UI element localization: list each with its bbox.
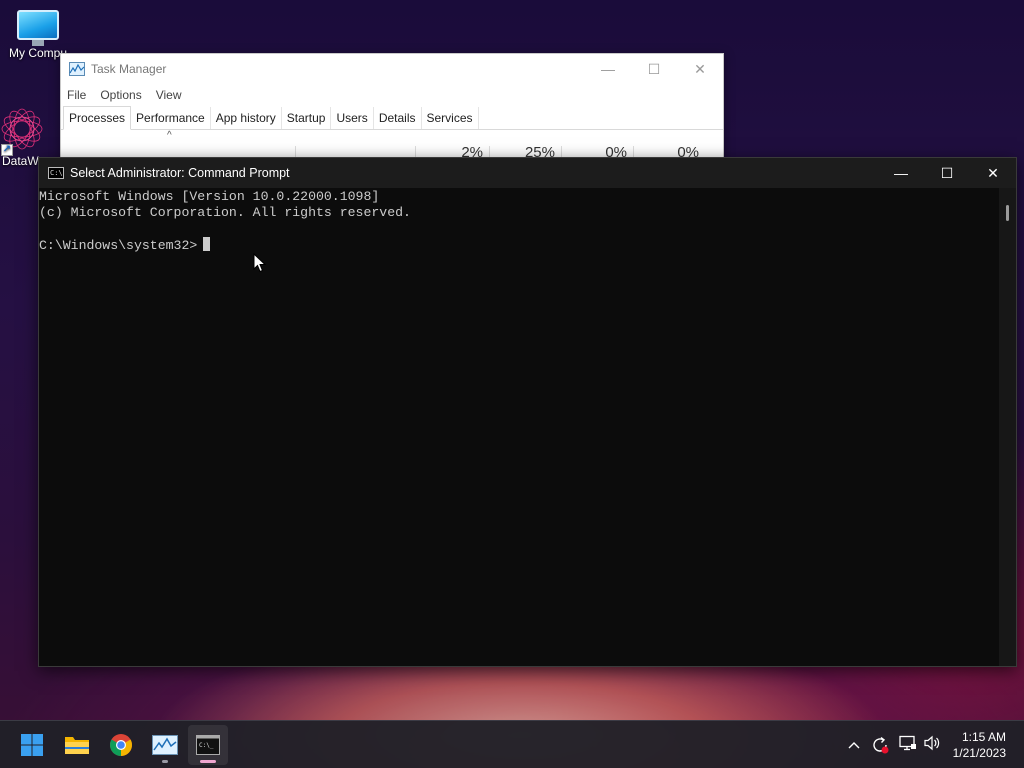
tab-startup[interactable]: Startup (282, 107, 332, 129)
text-cursor (203, 237, 211, 251)
taskbar-file-explorer[interactable] (57, 725, 97, 765)
mouse-pointer-icon (253, 253, 267, 273)
minimize-button[interactable]: — (878, 158, 924, 188)
menu-view[interactable]: View (156, 88, 182, 102)
console-output[interactable]: Microsoft Windows [Version 10.0.22000.10… (39, 188, 999, 666)
menu-bar: File Options View (61, 84, 723, 106)
tab-strip: Processes Performance App history Startu… (61, 106, 723, 130)
tab-services[interactable]: Services (422, 107, 479, 129)
console-prompt-line: C:\Windows\system32> (39, 237, 999, 253)
scrollbar-thumb[interactable] (1006, 205, 1009, 221)
svg-text:C:\_: C:\_ (199, 742, 214, 749)
window-title: Select Administrator: Command Prompt (70, 166, 290, 180)
task-manager-icon (69, 62, 85, 76)
desktop-icon-dataw[interactable]: ↗ DataW (0, 106, 43, 168)
volume-icon[interactable] (923, 735, 941, 756)
taskbar-command-prompt[interactable]: C:\_ (188, 725, 228, 765)
monitor-icon (17, 10, 59, 46)
clock-time: 1:15 AM (961, 730, 1006, 744)
running-indicator (162, 760, 168, 763)
network-icon[interactable] (899, 735, 917, 756)
maximize-button[interactable]: ☐ (631, 54, 677, 84)
minimize-button[interactable]: — (585, 54, 631, 84)
tab-performance[interactable]: Performance (131, 107, 211, 129)
sync-status-icon[interactable] (871, 736, 889, 754)
console-line: Microsoft Windows [Version 10.0.22000.10… (39, 189, 380, 204)
chrome-icon (110, 734, 132, 756)
taskbar-chrome[interactable] (101, 725, 141, 765)
start-icon (21, 734, 43, 756)
vertical-scrollbar[interactable] (999, 188, 1016, 666)
taskbar-task-manager[interactable] (145, 725, 185, 765)
file-explorer-icon (65, 737, 89, 754)
taskbar: C:\_ 1:15 AM 1/21/2023 (0, 720, 1024, 768)
title-bar[interactable]: C:\ Select Administrator: Command Prompt… (39, 158, 1016, 188)
command-prompt-window[interactable]: C:\ Select Administrator: Command Prompt… (38, 157, 1017, 667)
tab-users[interactable]: Users (331, 107, 374, 129)
tab-details[interactable]: Details (374, 107, 422, 129)
column-header-row: ^ 2% 25% 0% 0% (61, 130, 723, 161)
close-button[interactable]: ✕ (970, 158, 1016, 188)
desktop-icon-label: DataW (2, 154, 39, 168)
shortcut-arrow-icon: ↗ (1, 144, 13, 156)
active-indicator (200, 760, 216, 763)
tab-processes[interactable]: Processes (63, 106, 132, 130)
close-button[interactable]: ✕ (677, 54, 723, 84)
clock-date: 1/21/2023 (952, 746, 1006, 760)
menu-options[interactable]: Options (100, 88, 141, 102)
tab-app-history[interactable]: App history (211, 107, 282, 129)
console-prompt: C:\Windows\system32> (39, 238, 198, 253)
console-line: (c) Microsoft Corporation. All rights re… (39, 205, 411, 220)
command-prompt-icon: C:\ (48, 167, 64, 179)
sort-indicator-icon[interactable]: ^ (167, 130, 172, 141)
show-hidden-icons-chevron-icon[interactable] (845, 736, 863, 754)
system-clock[interactable]: 1:15 AM 1/21/2023 (953, 729, 1006, 761)
command-prompt-icon: C:\_ (196, 735, 220, 755)
window-title: Task Manager (91, 62, 167, 76)
menu-file[interactable]: File (67, 88, 86, 102)
task-manager-window[interactable]: Task Manager — ☐ ✕ File Options View Pro… (60, 53, 724, 163)
maximize-button[interactable]: ☐ (924, 158, 970, 188)
task-manager-icon (152, 735, 178, 755)
start-button[interactable] (12, 725, 52, 765)
spirograph-app-icon: ↗ (0, 106, 45, 156)
